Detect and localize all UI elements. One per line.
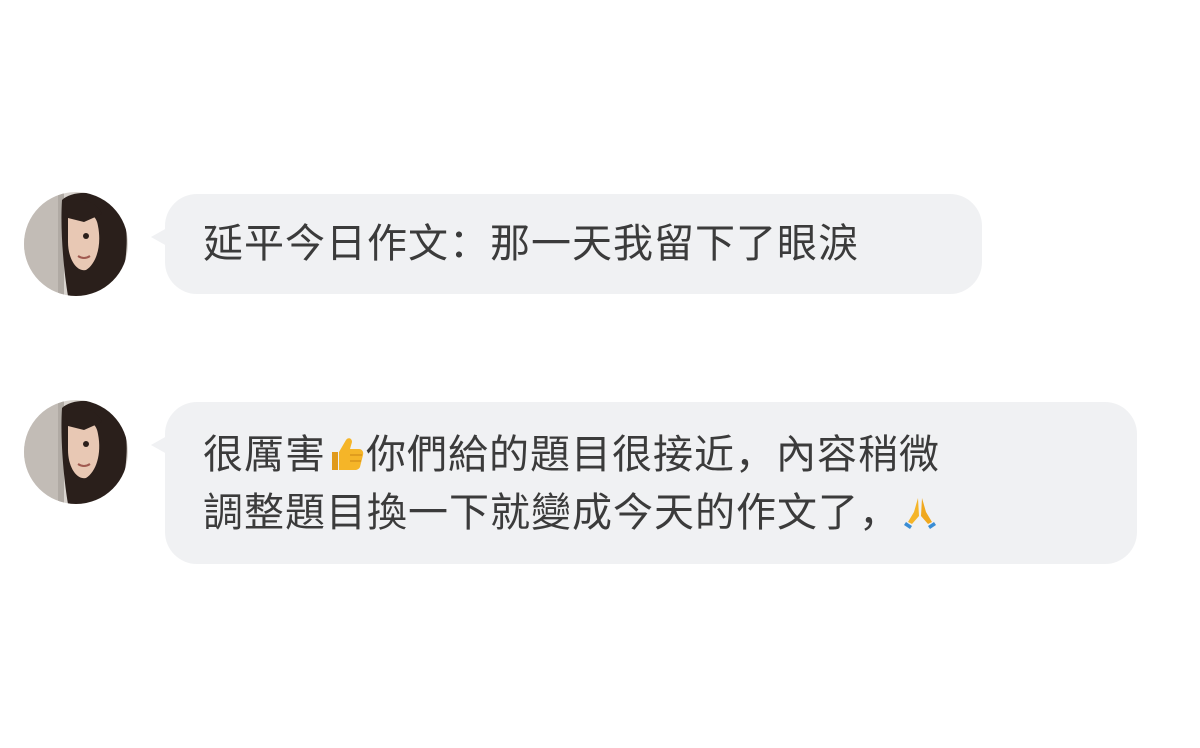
avatar[interactable]	[24, 192, 128, 296]
message-bubble[interactable]: 很厲害 你們給的題目很接近，內容稍微 調整題目換一下就變成今天的作文了，	[151, 402, 1137, 564]
message-line-2: 調整題目換一下就變成今天的作文了，	[203, 487, 1097, 545]
message-line-1: 很厲害 你們給的題目很接近，內容稍微	[203, 429, 1097, 487]
avatar-photo	[24, 400, 128, 504]
avatar[interactable]	[24, 400, 128, 504]
thumbs-up-icon	[326, 434, 366, 487]
message-text: 你們給的題目很接近，內容稍微	[366, 432, 940, 478]
message-text: 調整題目換一下就變成今天的作文了，	[203, 490, 900, 536]
message-bubble[interactable]: 延平今日作文：那一天我留下了眼淚	[151, 194, 982, 294]
message-text: 很厲害	[203, 432, 326, 478]
folded-hands-icon	[900, 492, 940, 545]
avatar-photo	[24, 192, 128, 296]
chat-thread: 延平今日作文：那一天我留下了眼淚 很厲害 你們給的題目很接近，內容稍微 調整題目換…	[0, 0, 1200, 748]
message-text: 延平今日作文：那一天我留下了眼淚	[203, 221, 859, 267]
